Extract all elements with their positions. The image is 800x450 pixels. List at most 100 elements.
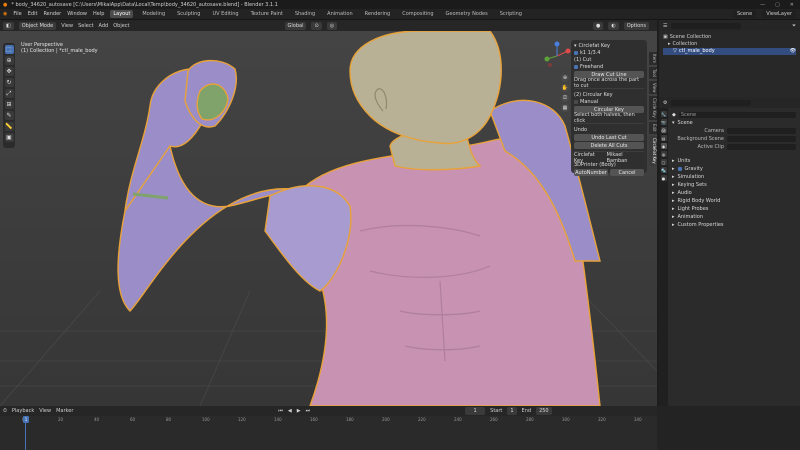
- blender-menu-icon[interactable]: ◉: [3, 11, 7, 17]
- tab-view[interactable]: View: [649, 80, 657, 95]
- menu-object[interactable]: Object: [113, 23, 129, 29]
- camera-view-icon[interactable]: ⎚: [561, 94, 569, 102]
- jump-start-icon[interactable]: ⏮: [278, 408, 283, 414]
- select-box-icon[interactable]: ⬚: [4, 45, 14, 54]
- close-button[interactable]: ✕: [790, 2, 794, 8]
- k1-checkbox[interactable]: [574, 50, 578, 55]
- menu-playback[interactable]: Playback: [12, 408, 34, 414]
- undo-last-cut-button[interactable]: Undo Last Cut: [574, 134, 644, 141]
- collapse-chevron-icon[interactable]: ▾: [574, 43, 577, 49]
- menu-view[interactable]: View: [61, 23, 73, 29]
- menu-edit[interactable]: Edit: [28, 11, 38, 17]
- tab-item[interactable]: Item: [649, 52, 657, 66]
- section-units[interactable]: ▸ Units: [672, 157, 796, 165]
- annotate-icon[interactable]: ✎: [4, 111, 14, 120]
- world-tab-icon[interactable]: ◍: [660, 151, 667, 157]
- render-tab-icon[interactable]: 📷: [660, 119, 667, 125]
- background-scene-field[interactable]: [727, 136, 796, 142]
- workspace-tab-sculpting[interactable]: Sculpting: [174, 10, 203, 18]
- minimize-button[interactable]: —: [760, 2, 765, 8]
- properties-search[interactable]: [671, 99, 752, 106]
- properties-editor-icon[interactable]: ⚙: [663, 100, 667, 106]
- tab-edit[interactable]: Edit: [649, 122, 657, 134]
- menu-select[interactable]: Select: [78, 23, 93, 29]
- 3d-viewport[interactable]: [0, 31, 657, 406]
- shading-material-icon[interactable]: ◐: [608, 21, 619, 30]
- section-simulation[interactable]: ▸ Simulation: [672, 173, 796, 181]
- workspace-tab-geometry-nodes[interactable]: Geometry Nodes: [443, 10, 491, 18]
- menu-window[interactable]: Window: [67, 11, 87, 17]
- scene-name-field[interactable]: Scene: [678, 112, 796, 118]
- workspace-tab-layout[interactable]: Layout: [110, 10, 134, 18]
- search-input[interactable]: [671, 22, 742, 29]
- visibility-eye-icon[interactable]: 👁: [790, 48, 796, 55]
- section-light-probes[interactable]: ▸ Light Probes: [672, 205, 796, 213]
- autonumber-button[interactable]: AutoNumber: [574, 169, 608, 176]
- tab-circlefat-key[interactable]: CircleFat Key: [649, 135, 657, 166]
- active-clip-field[interactable]: [727, 144, 796, 150]
- navigation-gizmo[interactable]: [542, 41, 572, 71]
- tab-tool[interactable]: Tool: [649, 67, 657, 79]
- timeline-editor-icon[interactable]: ⏱: [3, 408, 7, 414]
- zoom-icon[interactable]: ⊕: [561, 74, 569, 82]
- outliner-editor-icon[interactable]: ☰: [663, 23, 667, 29]
- outliner-row-scene-collection[interactable]: ▣ Scene Collection: [663, 34, 796, 41]
- menu-add[interactable]: Add: [99, 23, 109, 29]
- current-frame-field[interactable]: 1: [465, 407, 486, 415]
- menu-marker[interactable]: Marker: [56, 408, 73, 414]
- scene-tab-icon[interactable]: ◆: [660, 143, 667, 149]
- maximize-button[interactable]: ▢: [775, 2, 780, 8]
- workspace-tab-shading[interactable]: Shading: [292, 10, 318, 18]
- editor-type-icon[interactable]: ◧: [3, 21, 14, 30]
- play-icon[interactable]: ▶: [297, 408, 301, 414]
- workspace-tab-texture-paint[interactable]: Texture Paint: [248, 10, 286, 18]
- workspace-tab-animation[interactable]: Animation: [324, 10, 356, 18]
- menu-view-timeline[interactable]: View: [39, 408, 51, 414]
- shading-solid-icon[interactable]: ●: [592, 21, 604, 30]
- modifier-tab-icon[interactable]: 🔩: [660, 167, 667, 173]
- snap-icon[interactable]: ⊙: [311, 21, 322, 30]
- menu-help[interactable]: Help: [93, 11, 104, 17]
- section-animation[interactable]: ▸ Animation: [672, 213, 796, 221]
- material-tab-icon[interactable]: ●: [660, 175, 667, 181]
- cursor-icon[interactable]: ⊕: [4, 56, 14, 65]
- gravity-checkbox[interactable]: [677, 167, 682, 171]
- timeline[interactable]: 0204060801001201401601802002202402602803…: [0, 416, 657, 450]
- cancel-button[interactable]: Cancel: [610, 169, 644, 176]
- pan-icon[interactable]: ✋: [561, 84, 569, 92]
- ortho-toggle-icon[interactable]: ▦: [561, 104, 569, 112]
- workspace-tab-rendering[interactable]: Rendering: [362, 10, 394, 18]
- outliner-row-collection[interactable]: ▸ Collection: [663, 41, 796, 48]
- section-keying-sets[interactable]: ▸ Keying Sets: [672, 181, 796, 189]
- outliner-row-ctl-male-body[interactable]: ▽ ctl_male_body 👁: [663, 48, 796, 55]
- freehand-checkbox[interactable]: [574, 64, 578, 69]
- scene-selector[interactable]: Scene: [732, 10, 757, 18]
- rotate-icon[interactable]: ↻: [4, 78, 14, 87]
- section-gravity[interactable]: ▸ Gravity: [672, 165, 796, 173]
- transform-icon[interactable]: ⊞: [4, 100, 14, 109]
- workspace-tab-modeling[interactable]: Modeling: [139, 10, 168, 18]
- object-tab-icon[interactable]: ▢: [660, 159, 667, 165]
- workspace-tab-scripting[interactable]: Scripting: [497, 10, 525, 18]
- view-layer-selector[interactable]: ViewLayer: [762, 10, 796, 18]
- start-frame-field[interactable]: 1: [507, 407, 517, 415]
- menu-render[interactable]: Render: [43, 11, 61, 17]
- camera-field[interactable]: [727, 128, 796, 134]
- delete-all-cuts-button[interactable]: Delete All Cuts: [574, 142, 644, 149]
- tab-circle-key[interactable]: Circle Key: [649, 96, 657, 121]
- filter-icon[interactable]: ⏷: [792, 23, 796, 29]
- section-audio[interactable]: ▸ Audio: [672, 189, 796, 197]
- output-tab-icon[interactable]: 🖨: [660, 127, 667, 133]
- tool-tab-icon[interactable]: 🔧: [660, 111, 667, 117]
- proportional-edit-icon[interactable]: ◎: [326, 21, 338, 30]
- scale-icon[interactable]: ⤢: [4, 89, 14, 98]
- end-frame-field[interactable]: 250: [536, 407, 552, 415]
- play-reverse-icon[interactable]: ◀: [288, 408, 292, 414]
- measure-icon[interactable]: 📏: [4, 122, 14, 131]
- manual-checkbox[interactable]: [574, 99, 578, 104]
- jump-end-icon[interactable]: ⏭: [306, 408, 311, 414]
- workspace-tab-compositing[interactable]: Compositing: [399, 10, 436, 18]
- view-layer-tab-icon[interactable]: ▤: [660, 135, 667, 141]
- section-rigid-body-world[interactable]: ▸ Rigid Body World: [672, 197, 796, 205]
- mode-selector[interactable]: Object Mode: [18, 21, 57, 30]
